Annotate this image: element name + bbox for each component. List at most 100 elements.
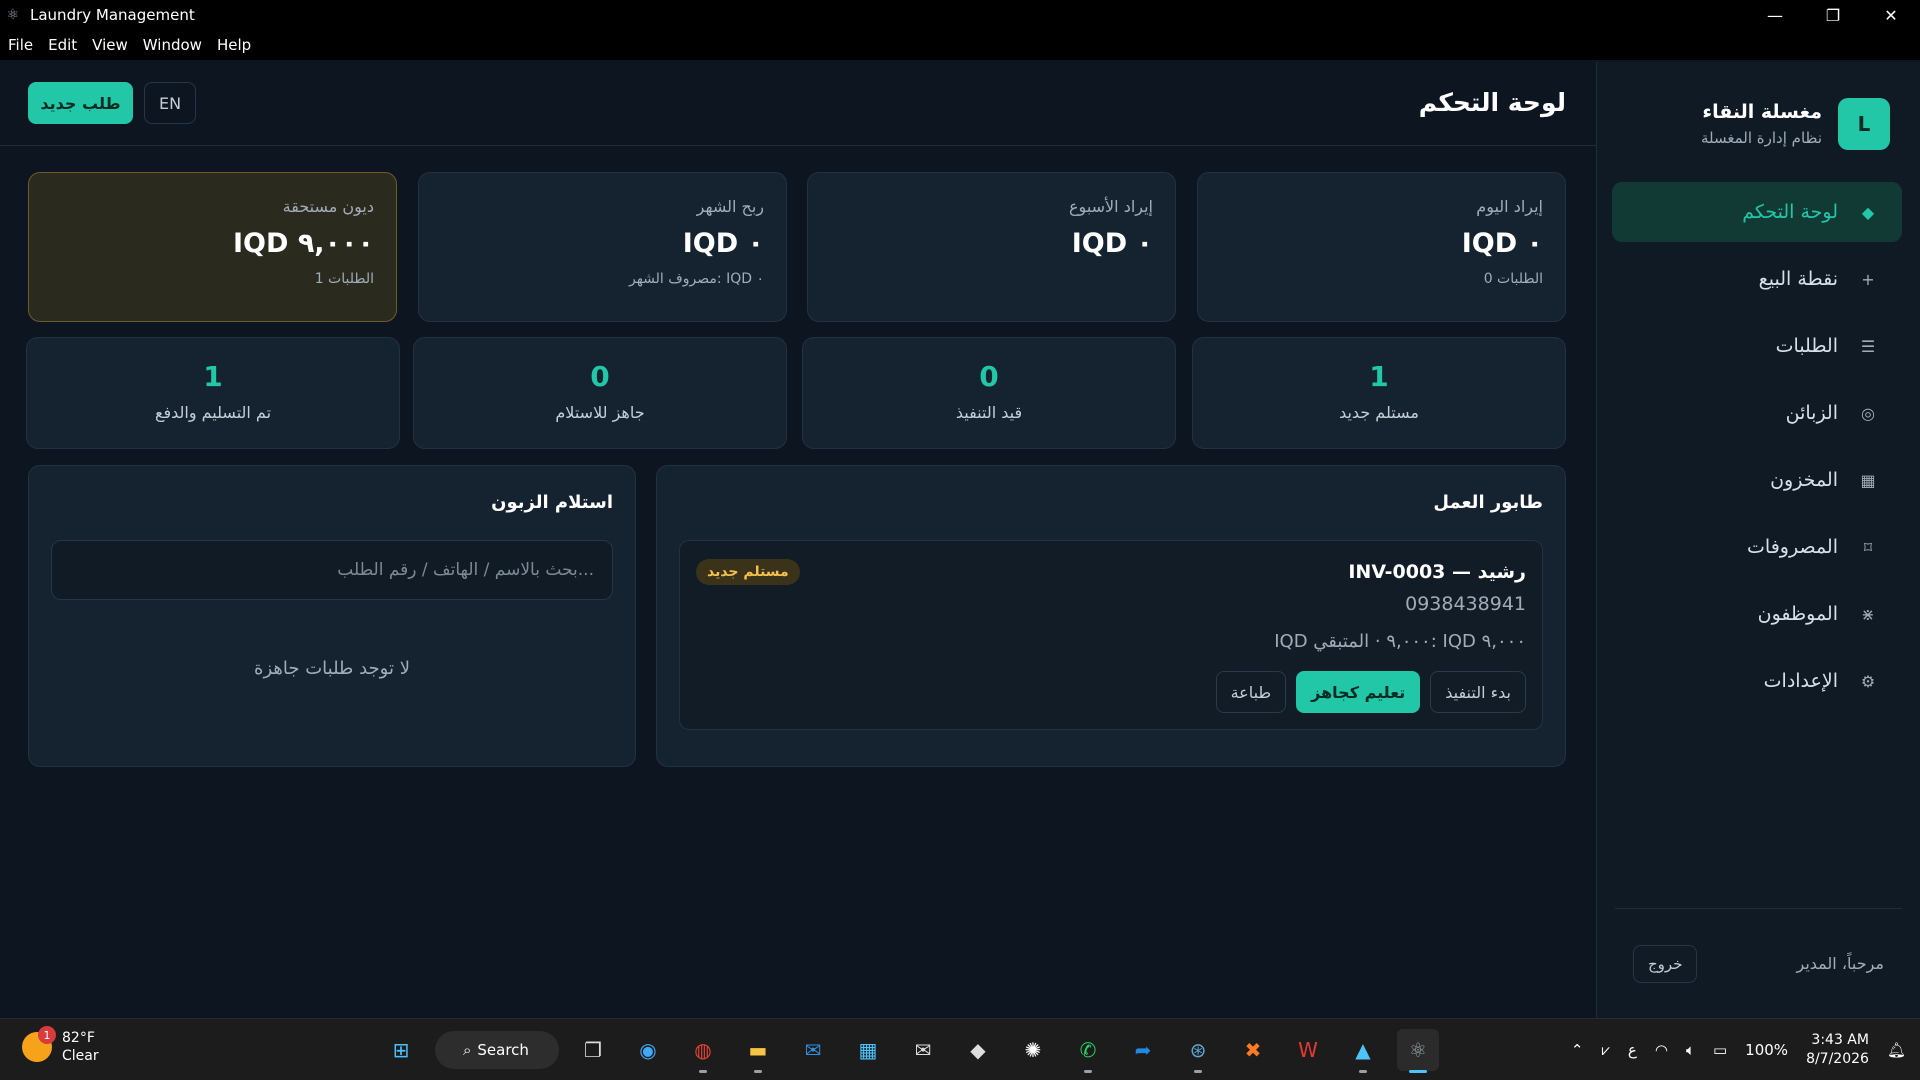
sidebar-item-orders[interactable]: الطلبات ☰ (1612, 316, 1902, 376)
wps-icon[interactable]: W (1287, 1029, 1329, 1071)
close-button[interactable]: ✕ (1862, 0, 1920, 30)
outlook-icon[interactable]: ✉ (792, 1029, 834, 1071)
stat-card-outstanding-debts: ديون مستحقة IQD ٩,٠٠٠ 1 الطلبات (28, 172, 397, 322)
plus-icon: + (1861, 269, 1875, 289)
main-content: لوحة التحكم طلب جديد EN إيراد اليوم IQD … (0, 62, 1596, 1018)
page-title: لوحة التحكم (1418, 88, 1566, 117)
count-value: 0 (979, 360, 999, 393)
notification-badge: 1 (38, 1026, 56, 1044)
taskbar: 1 82°F Clear ⊞ ⌕ Search ❐ ◉ ◍ ▬ ✉ ▦ ✉ ◆ … (0, 1018, 1920, 1080)
menu-file[interactable]: File (8, 36, 33, 54)
weather-temp: 82°F (62, 1030, 95, 1046)
sidebar-item-label: المخزون (1770, 469, 1838, 491)
restore-button[interactable]: ❐ (1804, 0, 1862, 30)
battery-icon[interactable]: ▭ (1713, 1041, 1727, 1059)
xampp-icon[interactable]: ✖ (1232, 1029, 1274, 1071)
task-view-icon[interactable]: ❐ (572, 1029, 614, 1071)
pickup-search-input[interactable]: بحث بالاسم / الهاتف / رقم الطلب... (51, 540, 613, 600)
whatsapp-icon[interactable]: ✆ (1067, 1029, 1109, 1073)
sidebar-item-customers[interactable]: الزبائن ◎ (1612, 383, 1902, 443)
stat-sub: 0 الطلبات (1483, 271, 1543, 287)
brand-subtitle: نظام إدارة المغسلة (1700, 129, 1822, 147)
start-icon[interactable]: ⊞ (380, 1029, 422, 1071)
sidebar-item-inventory[interactable]: المخزون ▦ (1612, 450, 1902, 510)
steam-icon[interactable]: ⊛ (1177, 1029, 1219, 1073)
edge-icon[interactable]: ◉ (627, 1029, 669, 1071)
sidebar-item-pos[interactable]: نقطة البيع + (1612, 249, 1902, 309)
app-icon: ⚛ (6, 7, 20, 23)
mark-ready-button[interactable]: تعليم كجاهز (1296, 671, 1421, 713)
stat-sub: مصروف الشهر: IQD ٠ (629, 271, 764, 287)
stat-value: IQD ٩,٠٠٠ (233, 228, 374, 259)
battery-percent: 100% (1745, 1041, 1789, 1059)
stat-label: ربح الشهر (696, 197, 764, 216)
stat-label: ديون مستحقة (282, 197, 374, 216)
chrome-icon[interactable]: ◍ (682, 1029, 724, 1073)
laundry-app-icon[interactable]: ⚛ (1397, 1029, 1439, 1073)
receipt-icon: ⌑ (1863, 537, 1873, 557)
count-value: 0 (590, 360, 610, 393)
menu-bar: File Edit View Window Help (0, 30, 1920, 60)
sidebar: L مغسلة النقاء نظام إدارة المغسلة لوحة ا… (1596, 62, 1920, 1018)
clock[interactable]: 3:43 AM 8/7/2026 (1806, 1031, 1869, 1069)
count-label: مستلم جديد (1339, 403, 1419, 422)
sidebar-item-label: الموظفون (1757, 603, 1838, 625)
mail-icon[interactable]: ✉ (902, 1029, 944, 1071)
sidebar-item-expenses[interactable]: المصروفات ⌑ (1612, 517, 1902, 577)
wifi-icon[interactable]: ◠ (1655, 1041, 1668, 1059)
chevron-up-icon[interactable]: ⌃ (1571, 1041, 1584, 1059)
app-area: L مغسلة النقاء نظام إدارة المغسلة لوحة ا… (0, 62, 1920, 1018)
menu-help[interactable]: Help (217, 36, 251, 54)
logout-button[interactable]: خروج (1633, 944, 1698, 983)
count-card-new-received: 1 مستلم جديد (1192, 337, 1566, 449)
order-heading: INV-0003 — رشيد (1348, 561, 1526, 583)
count-label: تم التسليم والدفع (154, 403, 272, 422)
window-title: Laundry Management (30, 6, 195, 24)
sidebar-item-label: لوحة التحكم (1742, 201, 1838, 223)
welcome-text: مرحباً، المدير (1796, 954, 1885, 973)
sidebar-item-label: الإعدادات (1763, 670, 1838, 692)
cube-app-icon[interactable]: ◆ (957, 1029, 999, 1071)
taskbar-search[interactable]: ⌕ Search (435, 1031, 559, 1069)
print-button[interactable]: طباعة (1215, 671, 1287, 713)
start-processing-button[interactable]: بدء التنفيذ (1430, 671, 1526, 713)
list-icon: ☰ (1860, 336, 1876, 356)
menu-edit[interactable]: Edit (48, 36, 77, 54)
panel-title: استلام الزبون (491, 492, 613, 513)
language-toggle-button[interactable]: EN (144, 82, 196, 124)
count-card-in-progress: 0 قيد التنفيذ (802, 337, 1176, 449)
order-card[interactable]: INV-0003 — رشيد 0938438941 IQD ٩,٠٠٠ · ا… (679, 540, 1543, 730)
vector-app-icon[interactable]: ⩗ (1601, 1041, 1609, 1059)
new-order-button[interactable]: طلب جديد (28, 82, 133, 124)
chatgpt-icon[interactable]: ✺ (1012, 1029, 1054, 1071)
volume-icon[interactable]: 🔈︎ (1686, 1041, 1695, 1059)
stat-label: إيراد الأسبوع (1069, 197, 1153, 216)
menu-view[interactable]: View (92, 36, 128, 54)
store-icon[interactable]: ▦ (847, 1029, 889, 1071)
sidebar-item-settings[interactable]: الإعدادات ⚙ (1612, 651, 1902, 711)
remote-app-icon[interactable]: ➦ (1122, 1029, 1164, 1071)
weather-widget[interactable]: 1 82°F Clear (22, 1026, 99, 1065)
photos-icon[interactable]: ▲ (1342, 1029, 1384, 1073)
top-bar: لوحة التحكم طلب جديد EN (0, 62, 1596, 146)
menu-window[interactable]: Window (143, 36, 202, 54)
sidebar-item-dashboard[interactable]: لوحة التحكم ◆ (1612, 182, 1902, 242)
diamond-icon: ◆ (1861, 202, 1875, 222)
sidebar-item-label: الطلبات (1775, 335, 1838, 357)
people-icon: ⋇ (1861, 604, 1875, 624)
minimize-button[interactable]: — (1746, 0, 1804, 30)
brand-logo: L (1838, 98, 1890, 150)
file-explorer-icon[interactable]: ▬ (737, 1029, 779, 1073)
taskbar-search-label: Search (477, 1041, 529, 1059)
sidebar-item-employees[interactable]: الموظفون ⋇ (1612, 584, 1902, 644)
stat-value: IQD ٠ (1071, 228, 1153, 259)
input-language[interactable]: ع (1628, 1041, 1637, 1059)
panel-title: طابور العمل (1433, 492, 1543, 513)
stat-value: IQD ٠ (682, 228, 764, 259)
empty-state-text: لا توجد طلبات جاهزة (254, 658, 410, 679)
count-card-delivered-paid: 1 تم التسليم والدفع (26, 337, 400, 449)
search-icon: ⌕ (463, 1041, 472, 1059)
notification-bell-icon[interactable]: 🔔︎ (1887, 1041, 1906, 1059)
count-label: جاهز للاستلام (555, 403, 645, 422)
stat-card-week-revenue: إيراد الأسبوع IQD ٠ (807, 172, 1176, 322)
